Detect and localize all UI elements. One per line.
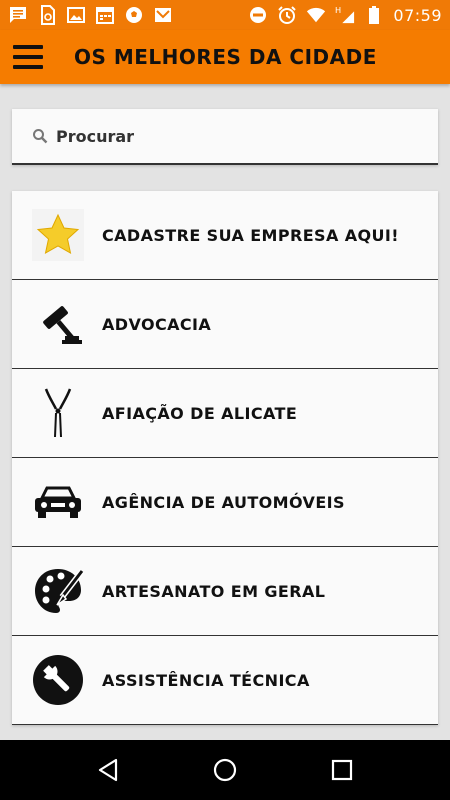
clock: 07:59 — [393, 5, 442, 25]
recents-button[interactable] — [322, 750, 362, 790]
status-bar: H 07:59 — [0, 0, 450, 30]
hamburger-icon — [13, 45, 43, 69]
list-item-label: ADVOCACIA — [102, 314, 212, 334]
search-input[interactable] — [56, 126, 416, 146]
battery-icon — [364, 5, 384, 25]
list-item-afiacao[interactable]: AFIAÇÃO DE ALICATE — [12, 369, 438, 458]
notification-icons — [8, 5, 173, 25]
sim-icon — [37, 5, 57, 25]
pliers-icon — [32, 387, 84, 439]
back-icon — [99, 758, 118, 782]
wifi-icon — [306, 5, 326, 25]
svg-text:H: H — [335, 5, 341, 15]
gavel-icon — [32, 298, 84, 350]
wrench-icon — [32, 654, 84, 706]
home-button[interactable] — [205, 750, 245, 790]
list-item-label: AFIAÇÃO DE ALICATE — [102, 403, 298, 423]
mail-icon — [153, 5, 173, 25]
message-icon — [8, 5, 28, 25]
system-nav-bar — [0, 740, 450, 800]
list-item-label: AGÊNCIA DE AUTOMÓVEIS — [102, 492, 345, 512]
soccer-ball-icon — [124, 5, 144, 25]
list-item-artesanato[interactable]: ARTESANATO EM GERAL — [12, 547, 438, 636]
alarm-icon — [277, 5, 297, 25]
list-item-label: CADASTRE SUA EMPRESA AQUI! — [102, 225, 399, 245]
do-not-disturb-icon — [248, 5, 268, 25]
search-icon — [33, 129, 48, 144]
list-item-label: ARTESANATO EM GERAL — [102, 581, 326, 601]
app-bar: OS MELHORES DA CIDADE — [0, 30, 450, 84]
list-item-advocacia[interactable]: ADVOCACIA — [12, 280, 438, 369]
car-icon — [32, 476, 84, 528]
calendar-icon — [95, 5, 115, 25]
list-item-agencia[interactable]: AGÊNCIA DE AUTOMÓVEIS — [12, 458, 438, 547]
recents-icon — [331, 759, 352, 781]
list-item-cadastre[interactable]: CADASTRE SUA EMPRESA AQUI! — [12, 191, 438, 280]
menu-button[interactable] — [0, 30, 56, 84]
search-bar[interactable] — [12, 109, 438, 165]
page-title: OS MELHORES DA CIDADE — [74, 45, 377, 69]
list-item-assistencia[interactable]: ASSISTÊNCIA TÉCNICA — [12, 636, 438, 725]
system-icons: H 07:59 — [248, 5, 442, 25]
signal-h-icon: H — [335, 5, 355, 25]
home-icon — [213, 758, 237, 782]
category-list: CADASTRE SUA EMPRESA AQUI! ADVOCACIA AFI… — [12, 191, 438, 725]
palette-icon — [32, 565, 84, 617]
star-icon — [32, 209, 84, 261]
list-item-label: ASSISTÊNCIA TÉCNICA — [102, 670, 310, 690]
back-button[interactable] — [88, 750, 128, 790]
image-icon — [66, 5, 86, 25]
